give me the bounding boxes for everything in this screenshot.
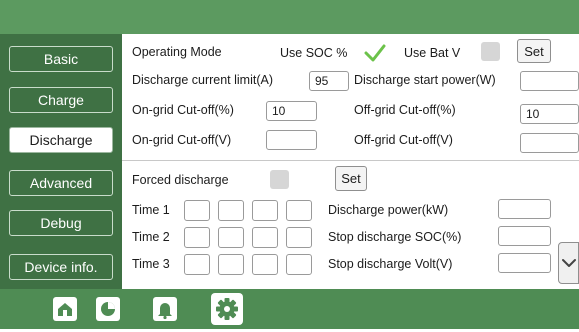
discharge-settings-panel: Operating Mode Use SOC % Use Bat V Set D… xyxy=(122,34,579,289)
discharge-power-label: Discharge power(kW) xyxy=(328,203,449,217)
time1-start-minute-input[interactable] xyxy=(218,200,244,221)
time2-start-minute-input[interactable] xyxy=(218,227,244,248)
time2-start-hour-input[interactable] xyxy=(184,227,210,248)
time1-end-minute-input[interactable] xyxy=(286,200,312,221)
use-bat-v-label: Use Bat V xyxy=(404,46,461,60)
discharge-current-limit-input[interactable]: 95 xyxy=(309,71,349,91)
top-header-bar xyxy=(0,0,579,34)
stop-discharge-volt-label: Stop discharge Volt(V) xyxy=(328,257,453,271)
time3-start-minute-input[interactable] xyxy=(218,254,244,275)
time2-end-minute-input[interactable] xyxy=(286,227,312,248)
forced-discharge-set-button[interactable]: Set xyxy=(335,166,367,191)
forced-discharge-checkbox[interactable] xyxy=(270,170,289,189)
discharge-start-power-label: Discharge start power(W) xyxy=(354,73,496,87)
alarm-bell-icon xyxy=(153,297,177,321)
on-grid-cutoff-pct-label: On-grid Cut-off(%) xyxy=(132,103,234,117)
chevron-down-icon xyxy=(562,259,576,267)
nav-alarms[interactable] xyxy=(150,294,180,324)
on-grid-cutoff-v-input[interactable] xyxy=(266,130,317,150)
off-grid-cutoff-v-input[interactable] xyxy=(520,133,579,153)
use-soc-label: Use SOC % xyxy=(280,46,348,60)
nav-statistics[interactable] xyxy=(93,294,123,324)
time1-label: Time 1 xyxy=(132,203,170,217)
discharge-current-limit-label: Discharge current limit(A) xyxy=(132,73,274,87)
nav-home[interactable] xyxy=(50,294,80,324)
section-divider xyxy=(122,160,579,161)
stop-discharge-soc-label: Stop discharge SOC(%) xyxy=(328,230,462,244)
settings-gear-icon xyxy=(211,293,243,325)
stop-discharge-soc-input[interactable] xyxy=(498,226,551,246)
chart-icon xyxy=(96,297,120,321)
stop-discharge-volt-input[interactable] xyxy=(498,253,551,273)
tab-charge[interactable]: Charge xyxy=(9,87,113,113)
operating-mode-set-button[interactable]: Set xyxy=(517,39,551,63)
use-soc-checkbox[interactable] xyxy=(363,42,387,64)
tab-basic[interactable]: Basic xyxy=(9,46,113,72)
discharge-start-power-input[interactable] xyxy=(520,71,579,91)
tab-discharge[interactable]: Discharge xyxy=(9,127,113,153)
time3-start-hour-input[interactable] xyxy=(184,254,210,275)
tab-device-info[interactable]: Device info. xyxy=(9,254,113,280)
on-grid-cutoff-pct-input[interactable]: 10 xyxy=(266,101,317,121)
use-bat-v-checkbox[interactable] xyxy=(481,42,500,61)
time3-label: Time 3 xyxy=(132,257,170,271)
operating-mode-label: Operating Mode xyxy=(132,45,222,59)
off-grid-cutoff-pct-input[interactable]: 10 xyxy=(520,104,579,124)
bottom-nav-bar xyxy=(0,289,579,329)
nav-settings[interactable] xyxy=(209,291,245,327)
off-grid-cutoff-v-label: Off-grid Cut-off(V) xyxy=(354,133,453,147)
tab-advanced[interactable]: Advanced xyxy=(9,170,113,196)
off-grid-cutoff-pct-label: Off-grid Cut-off(%) xyxy=(354,103,456,117)
forced-discharge-label: Forced discharge xyxy=(132,173,229,187)
tab-debug[interactable]: Debug xyxy=(9,210,113,236)
scroll-down-button[interactable] xyxy=(558,242,579,284)
sidebar: Basic Charge Discharge Advanced Debug De… xyxy=(0,34,122,289)
time1-start-hour-input[interactable] xyxy=(184,200,210,221)
time3-end-minute-input[interactable] xyxy=(286,254,312,275)
discharge-power-input[interactable] xyxy=(498,199,551,219)
time2-label: Time 2 xyxy=(132,230,170,244)
time1-end-hour-input[interactable] xyxy=(252,200,278,221)
on-grid-cutoff-v-label: On-grid Cut-off(V) xyxy=(132,133,232,147)
time2-end-hour-input[interactable] xyxy=(252,227,278,248)
time3-end-hour-input[interactable] xyxy=(252,254,278,275)
home-icon xyxy=(53,297,77,321)
